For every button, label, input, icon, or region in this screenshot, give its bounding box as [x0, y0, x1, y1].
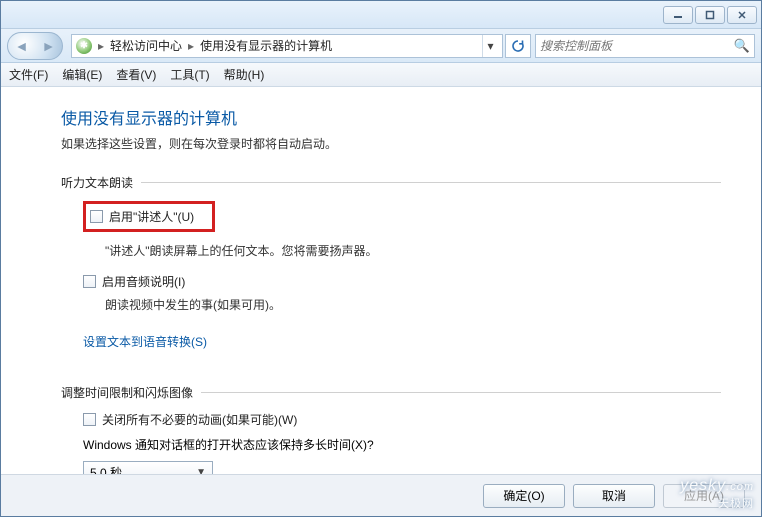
- page-title: 使用没有显示器的计算机: [61, 105, 721, 129]
- back-icon: ◄: [15, 38, 29, 54]
- group-hearing: 听力文本朗读 启用"讲述人"(U) "讲述人"朗读屏幕上的任何文本。您将需要扬声…: [61, 174, 721, 368]
- footer: 确定(O) 取消 应用(A): [1, 474, 761, 516]
- chevron-down-icon: ▼: [196, 467, 206, 475]
- breadcrumb-sep-icon: ▸: [98, 39, 104, 53]
- disable-animations-row: 关闭所有不必要的动画(如果可能)(W): [83, 411, 721, 428]
- close-button[interactable]: [727, 6, 757, 24]
- menu-tools[interactable]: 工具(T): [170, 66, 209, 83]
- narrator-checkbox-label[interactable]: 启用"讲述人"(U): [109, 208, 194, 225]
- audio-desc-row: 启用音频说明(I): [83, 273, 721, 290]
- apply-button: 应用(A): [663, 484, 745, 508]
- group-timing-label: 调整时间限制和闪烁图像: [61, 384, 721, 401]
- narrator-highlight: 启用"讲述人"(U): [83, 201, 215, 232]
- dropdown-value: 5.0 秒: [90, 464, 122, 475]
- group-timing: 调整时间限制和闪烁图像 关闭所有不必要的动画(如果可能)(W) Windows …: [61, 384, 721, 474]
- navbar: ◄ ► ✱ ▸ 轻松访问中心 ▸ 使用没有显示器的计算机 ▾ 🔍: [1, 29, 761, 63]
- apply-button-label: 应用(A): [684, 487, 724, 504]
- ok-button-label: 确定(O): [503, 487, 544, 504]
- minimize-button[interactable]: [663, 6, 693, 24]
- tts-settings-link[interactable]: 设置文本到语音转换(S): [83, 333, 207, 350]
- breadcrumb-dropdown-icon[interactable]: ▾: [482, 35, 498, 57]
- narrator-description: "讲述人"朗读屏幕上的任何文本。您将需要扬声器。: [105, 242, 721, 259]
- maximize-button[interactable]: [695, 6, 725, 24]
- menu-help[interactable]: 帮助(H): [224, 66, 265, 83]
- content-area: 使用没有显示器的计算机 如果选择这些设置，则在每次登录时都将自动启动。 听力文本…: [1, 87, 761, 474]
- search-box[interactable]: 🔍: [535, 34, 755, 58]
- page-subtitle: 如果选择这些设置，则在每次登录时都将自动启动。: [61, 135, 721, 152]
- audio-desc-checkbox-label[interactable]: 启用音频说明(I): [102, 273, 185, 290]
- breadcrumb-sep-icon: ▸: [188, 39, 194, 53]
- refresh-button[interactable]: [505, 34, 531, 58]
- group-hearing-label: 听力文本朗读: [61, 174, 721, 191]
- cancel-button-label: 取消: [602, 487, 626, 504]
- group-timing-text: 调整时间限制和闪烁图像: [61, 384, 193, 401]
- divider: [141, 182, 721, 183]
- menubar: 文件(F) 编辑(E) 查看(V) 工具(T) 帮助(H): [1, 63, 761, 87]
- notification-duration-question: Windows 通知对话框的打开状态应该保持多长时间(X)?: [83, 436, 721, 453]
- disable-animations-label[interactable]: 关闭所有不必要的动画(如果可能)(W): [102, 411, 297, 428]
- narrator-checkbox[interactable]: [90, 210, 103, 223]
- menu-edit[interactable]: 编辑(E): [62, 66, 102, 83]
- cancel-button[interactable]: 取消: [573, 484, 655, 508]
- breadcrumb-seg2[interactable]: 使用没有显示器的计算机: [200, 37, 332, 54]
- divider: [201, 392, 721, 393]
- search-input[interactable]: [540, 39, 734, 53]
- titlebar: [1, 1, 761, 29]
- menu-view[interactable]: 查看(V): [116, 66, 156, 83]
- control-panel-window: ◄ ► ✱ ▸ 轻松访问中心 ▸ 使用没有显示器的计算机 ▾ 🔍 文件(F) 编…: [0, 0, 762, 517]
- search-icon[interactable]: 🔍: [734, 38, 750, 54]
- group-hearing-text: 听力文本朗读: [61, 174, 133, 191]
- notification-duration-dropdown[interactable]: 5.0 秒 ▼: [83, 461, 213, 474]
- menu-file[interactable]: 文件(F): [9, 66, 48, 83]
- audio-desc-checkbox[interactable]: [83, 275, 96, 288]
- breadcrumb-seg1[interactable]: 轻松访问中心: [110, 37, 182, 54]
- ok-button[interactable]: 确定(O): [483, 484, 565, 508]
- ease-of-access-icon: ✱: [76, 38, 92, 54]
- disable-animations-checkbox[interactable]: [83, 413, 96, 426]
- forward-icon: ►: [42, 38, 56, 54]
- audio-desc-description: 朗读视频中发生的事(如果可用)。: [105, 296, 721, 313]
- nav-back-forward[interactable]: ◄ ►: [7, 32, 63, 60]
- breadcrumb[interactable]: ✱ ▸ 轻松访问中心 ▸ 使用没有显示器的计算机 ▾: [71, 34, 503, 58]
